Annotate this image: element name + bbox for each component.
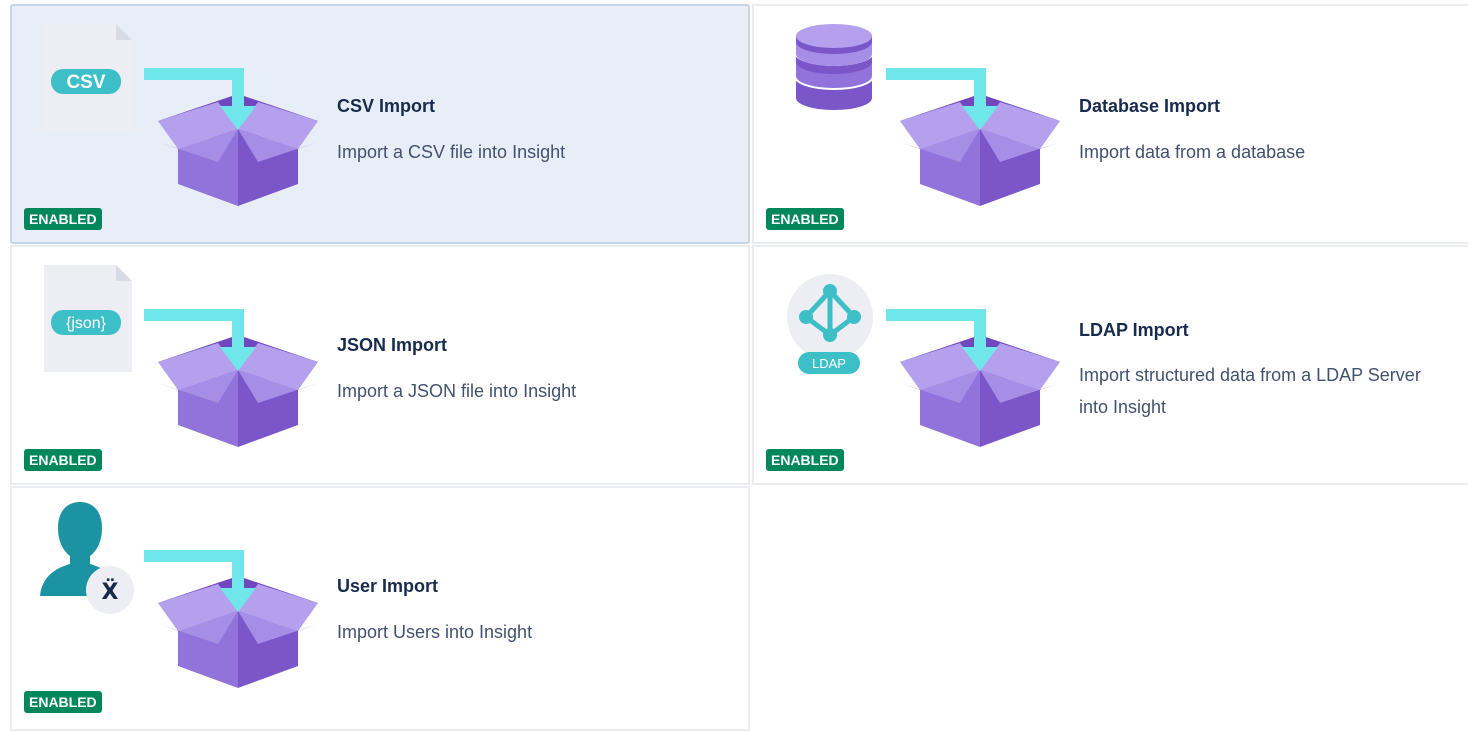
importer-description: Import Users into Insight bbox=[337, 622, 533, 642]
importer-card-json[interactable]: {json} JSON Import Import a JSON file in… bbox=[10, 245, 750, 485]
ldap-import-illustration: LDAP bbox=[754, 247, 1074, 477]
importer-card-database[interactable]: Database Import Import data from a datab… bbox=[752, 4, 1468, 244]
csv-import-illustration: CSV bbox=[12, 6, 332, 236]
user-icon: Ẍ bbox=[40, 502, 134, 614]
csv-file-icon: CSV bbox=[44, 24, 132, 131]
importer-card-ldap[interactable]: LDAP LDAP Import Import structured data … bbox=[752, 245, 1468, 485]
jira-icon: Ẍ bbox=[102, 579, 119, 605]
importer-description: Import structured data from a LDAP Serve… bbox=[1079, 365, 1421, 417]
database-import-illustration bbox=[754, 6, 1074, 236]
database-icon bbox=[794, 24, 874, 110]
status-badge: ENABLED bbox=[24, 691, 102, 713]
importer-description: Import data from a database bbox=[1079, 142, 1306, 162]
status-badge: ENABLED bbox=[24, 208, 102, 230]
json-icon-label: {json} bbox=[66, 315, 107, 332]
importer-description: Import a CSV file into Insight bbox=[337, 142, 566, 162]
status-badge: ENABLED bbox=[766, 208, 844, 230]
ldap-icon: LDAP bbox=[787, 274, 873, 374]
csv-icon-label: CSV bbox=[66, 72, 105, 93]
importer-title: LDAP Import bbox=[1079, 320, 1189, 340]
json-import-illustration: {json} bbox=[12, 247, 332, 477]
importer-description: Import a JSON file into Insight bbox=[337, 381, 577, 401]
importer-title: Database Import bbox=[1079, 96, 1221, 116]
status-badge: ENABLED bbox=[24, 449, 102, 471]
ldap-icon-label: LDAP bbox=[812, 356, 846, 371]
importer-card-csv[interactable]: CSV CSV Import Import a CSV file into In… bbox=[10, 4, 750, 244]
user-import-illustration: Ẍ bbox=[12, 488, 332, 718]
importer-title: User Import bbox=[337, 576, 439, 596]
importer-card-user[interactable]: Ẍ User Import Import Users into Insight … bbox=[10, 486, 750, 731]
json-file-icon: {json} bbox=[44, 265, 132, 372]
importer-title: CSV Import bbox=[337, 96, 436, 116]
status-badge: ENABLED bbox=[766, 449, 844, 471]
importer-title: JSON Import bbox=[337, 335, 448, 355]
